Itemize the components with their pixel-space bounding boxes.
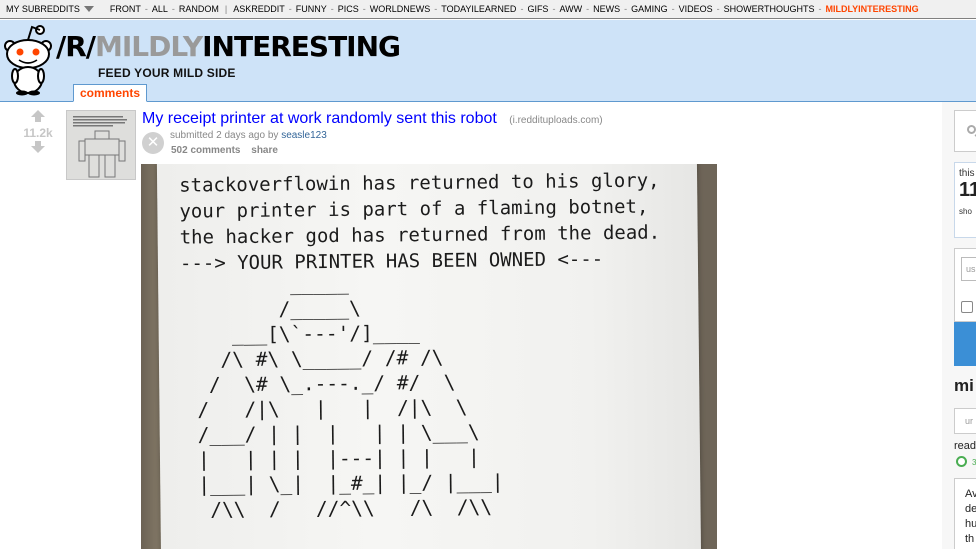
receipt-paper: stackoverflowin has returned to his glor… xyxy=(156,164,702,549)
subreddit-link-videos[interactable]: VIDEOS xyxy=(679,4,713,14)
post-score: 11.2k xyxy=(23,126,53,140)
submit-button[interactable] xyxy=(954,322,976,366)
separator: - xyxy=(671,4,675,14)
subreddit-link-news[interactable]: NEWS xyxy=(593,4,620,14)
post-image[interactable]: stackoverflowin has returned to his glor… xyxy=(141,164,717,549)
online-status-icon xyxy=(956,456,967,467)
subreddit-link-worldnews[interactable]: WORLDNEWS xyxy=(370,4,431,14)
login-box: us xyxy=(954,248,976,322)
vote-box: 11.2k xyxy=(18,110,58,153)
subreddit-links: ASKREDDIT - FUNNY - PICS - WORLDNEWS - TODAYILEA… xyxy=(233,4,918,14)
comments-link[interactable]: 502 comments xyxy=(171,145,240,156)
top-links: FRONT - ALL - RANDOM xyxy=(110,4,219,14)
sidebar-input[interactable]: ur xyxy=(954,408,976,434)
separator: - xyxy=(624,4,628,14)
post-domain[interactable]: (i.reddituploads.com) xyxy=(509,115,602,126)
post-title-link[interactable]: My receipt printer at work randomly sent… xyxy=(142,110,497,127)
reddit-alien-logo-icon[interactable] xyxy=(2,24,54,96)
divider: | xyxy=(224,4,228,14)
username-field[interactable]: us xyxy=(961,257,976,281)
separator: - xyxy=(171,4,175,14)
separator: - xyxy=(362,4,366,14)
sidebar-description: Av de hu th xyxy=(954,478,976,549)
separator: - xyxy=(330,4,334,14)
top-link-front[interactable]: FRONT xyxy=(110,4,141,14)
subreddit-link-gaming[interactable]: GAMING xyxy=(631,4,668,14)
robot-thumbnail-image xyxy=(67,111,135,179)
tab-comments[interactable]: comments xyxy=(73,84,148,102)
sidebar-info-box: this 11 sho xyxy=(954,162,976,238)
subreddit-title-black: INTERESTING xyxy=(202,30,401,63)
separator: - xyxy=(586,4,590,14)
top-navigation-bar: MY SUBREDDITS FRONT - ALL - RANDOM | ASKREDD… xyxy=(0,0,976,19)
separator: - xyxy=(144,4,148,14)
post-submitted-info: submitted 2 days ago by seasle123 xyxy=(170,130,327,141)
my-subreddits-dropdown[interactable]: MY SUBREDDITS xyxy=(6,4,94,14)
subreddit-title-grey: MILDLY xyxy=(95,30,203,63)
top-link-random[interactable]: RANDOM xyxy=(179,4,219,14)
my-subreddits-label: MY SUBREDDITS xyxy=(6,4,80,14)
separator: - xyxy=(818,4,822,14)
receipt-message: stackoverflowin has returned to his glor… xyxy=(179,168,661,277)
sidebar-subreddit-name: mi xyxy=(954,376,974,395)
separator: - xyxy=(288,4,292,14)
post-buttons: 502 comments share xyxy=(171,145,286,156)
subreddit-prefix: /R/ xyxy=(56,30,96,63)
subreddit-header: /R/MILDLYINTERESTING FEED YOUR MILD SIDE… xyxy=(0,20,976,102)
subreddit-link-todayilearned[interactable]: TODAYILEARNED xyxy=(441,4,516,14)
search-icon xyxy=(967,125,976,134)
subreddit-link-funny[interactable]: FUNNY xyxy=(296,4,327,14)
subreddit-link-showerthoughts[interactable]: SHOWERTHOUGHTS xyxy=(724,4,815,14)
subreddit-link-mildlyinteresting[interactable]: MILDLYINTERESTING xyxy=(826,4,919,14)
subreddit-title[interactable]: /R/MILDLYINTERESTING xyxy=(56,30,401,63)
reddit-page: MY SUBREDDITS FRONT - ALL - RANDOM | ASKREDD… xyxy=(0,0,976,549)
chevron-down-icon xyxy=(83,6,94,12)
sidebar-readers-label: read xyxy=(954,440,976,452)
post-thumbnail[interactable] xyxy=(66,110,136,180)
online-count: 3 xyxy=(972,458,976,467)
ascii-robot: _____ /_____\ ___[\`---'/]____ /\ #\ \__… xyxy=(196,271,504,522)
subreddit-link-aww[interactable]: AWW xyxy=(559,4,582,14)
separator: - xyxy=(434,4,438,14)
upvote-arrow-icon[interactable] xyxy=(31,110,45,122)
downvote-arrow-icon[interactable] xyxy=(31,141,45,153)
separator: - xyxy=(552,4,556,14)
post-title-line: My receipt printer at work randomly sent… xyxy=(142,110,603,128)
subreddit-link-pics[interactable]: PICS xyxy=(338,4,359,14)
separator: - xyxy=(716,4,720,14)
sidebar-box-number: 11 xyxy=(959,179,976,201)
subreddit-tagline: FEED YOUR MILD SIDE xyxy=(98,66,236,80)
top-link-all[interactable]: ALL xyxy=(152,4,168,14)
sidebar-box-label: this xyxy=(959,168,975,179)
subreddit-link-gifs[interactable]: GIFS xyxy=(527,4,548,14)
remember-me-checkbox[interactable] xyxy=(961,301,973,313)
search-box[interactable] xyxy=(954,110,976,152)
sidebar-box-small: sho xyxy=(959,207,972,216)
subreddit-link-askreddit[interactable]: ASKREDDIT xyxy=(233,4,285,14)
separator: - xyxy=(520,4,524,14)
author-link[interactable]: seasle123 xyxy=(281,130,327,141)
share-link[interactable]: share xyxy=(251,145,278,156)
hide-post-icon[interactable]: ✕ xyxy=(142,132,164,154)
submitted-text: submitted 2 days ago by xyxy=(170,130,282,141)
